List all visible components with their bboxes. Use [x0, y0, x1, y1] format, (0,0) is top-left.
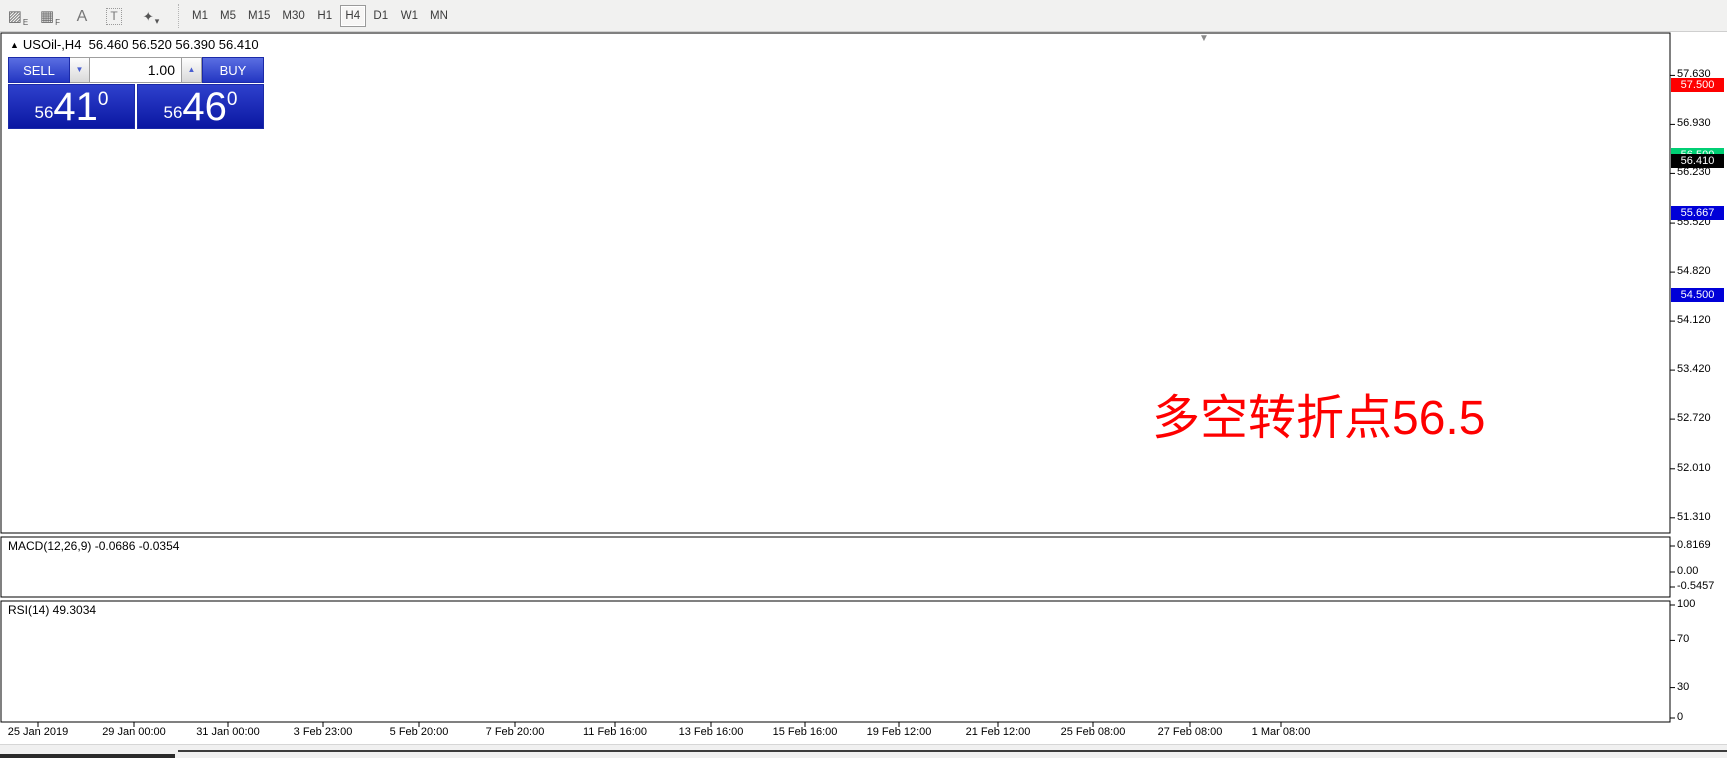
grid-icon[interactable]: ▦ F — [36, 4, 64, 28]
price-tick-label: 56.230 — [1677, 166, 1711, 178]
horizontal-scrollbar — [0, 744, 1727, 758]
price-badge: 57.500 — [1671, 78, 1724, 92]
volume-input[interactable] — [90, 57, 182, 83]
scrollbar-corner — [0, 754, 175, 758]
time-tick-label: 15 Feb 16:00 — [773, 726, 838, 738]
arrow-up-icon: ▲ — [188, 65, 196, 74]
time-tick-label: 3 Feb 23:00 — [294, 726, 353, 738]
buy-price-prefix: 56 — [164, 103, 183, 123]
chart-annotation-text: 多空转折点56.5 — [1152, 378, 1485, 448]
timeframe-buttons: M1M5M15M30H1H4D1W1MN — [186, 5, 454, 27]
timeframe-button-d1[interactable]: D1 — [368, 5, 394, 27]
price-badge: 56.410 — [1671, 154, 1724, 168]
price-badge: 55.667 — [1671, 206, 1724, 220]
time-tick-label: 27 Feb 08:00 — [1158, 726, 1223, 738]
rsi-label: RSI(14) 49.3034 — [8, 603, 96, 617]
timeframe-button-w1[interactable]: W1 — [396, 5, 423, 27]
price-tick-label: 56.930 — [1677, 117, 1711, 129]
price-tick-label: 54.120 — [1677, 314, 1711, 326]
buy-price-main: 46 — [182, 87, 227, 127]
toolbar-separator — [178, 4, 180, 28]
chevron-down-icon: ▾ — [155, 16, 160, 27]
macd-label: MACD(12,26,9) -0.0686 -0.0354 — [8, 539, 179, 553]
buy-button[interactable]: BUY — [202, 57, 264, 83]
time-tick-label: 31 Jan 00:00 — [196, 726, 260, 738]
shapes-tool-icon[interactable]: ✦ ▾ — [132, 4, 170, 28]
symbol-label: USOil-,H4 — [23, 37, 82, 52]
timeframe-button-m1[interactable]: M1 — [187, 5, 213, 27]
rsi-tick-label: 70 — [1677, 633, 1689, 645]
timeframe-button-h4[interactable]: H4 — [340, 5, 366, 27]
sell-button[interactable]: SELL — [8, 57, 70, 83]
time-tick-label: 5 Feb 20:00 — [390, 726, 449, 738]
time-tick-label: 11 Feb 16:00 — [583, 726, 647, 738]
time-tick-label: 21 Feb 12:00 — [966, 726, 1031, 738]
price-badge: 54.500 — [1671, 288, 1724, 302]
volume-decrease-button[interactable]: ▼ — [70, 57, 90, 83]
time-tick-label: 7 Feb 20:00 — [486, 726, 545, 738]
sell-price-main: 41 — [53, 87, 98, 127]
indicators-hatch-icon[interactable]: ▨ E — [4, 4, 32, 28]
price-tick-label: 52.720 — [1677, 412, 1711, 424]
price-tick-label: 53.420 — [1677, 363, 1711, 375]
label-tool-icon[interactable]: T — [100, 4, 128, 28]
time-tick-label: 25 Jan 2019 — [8, 726, 69, 738]
hatch-glyph: ▨ — [8, 6, 22, 28]
sell-price-button[interactable]: 56 41 0 — [8, 84, 135, 129]
rsi-tick-label: 0 — [1677, 711, 1683, 723]
timeframe-button-m30[interactable]: M30 — [277, 5, 309, 27]
mt4-window: { "toolbar": { "icons": [ {"name": "indi… — [0, 0, 1727, 757]
rsi-tick-label: 100 — [1677, 598, 1695, 610]
toolbar: ▨ E ▦ F A T ✦ ▾ M1M5M15M30H1H4D1W1MN — [0, 0, 1727, 32]
timeframe-button-m5[interactable]: M5 — [215, 5, 241, 27]
buy-price-button[interactable]: 56 46 0 — [137, 84, 264, 129]
price-tick-label: 52.010 — [1677, 462, 1711, 474]
time-tick-label: 25 Feb 08:00 — [1061, 726, 1126, 738]
price-tick-label: 51.310 — [1677, 511, 1711, 523]
timeframe-button-mn[interactable]: MN — [425, 5, 453, 27]
collapse-arrow-icon[interactable]: ▲ — [10, 40, 19, 50]
one-click-trade-panel: SELL ▼ ▲ BUY 56 41 0 56 46 0 — [8, 57, 264, 129]
rsi-tick-label: 30 — [1677, 681, 1689, 693]
time-tick-label: 19 Feb 12:00 — [867, 726, 932, 738]
scroll-to-end-icon[interactable]: ▼ — [1199, 33, 1209, 44]
macd-tick-label: 0.00 — [1677, 565, 1698, 577]
sell-price-sup: 0 — [98, 89, 109, 111]
macd-tick-label: -0.5457 — [1677, 580, 1714, 592]
price-tick-label: 54.820 — [1677, 265, 1711, 277]
macd-tick-label: 0.8169 — [1677, 539, 1711, 551]
ohlc-values: 56.460 56.520 56.390 56.410 — [89, 37, 259, 52]
chart-title: ▲ USOil-,H4 56.460 56.520 56.390 56.410 — [10, 37, 259, 52]
sell-price-prefix: 56 — [35, 103, 54, 123]
time-tick-label: 13 Feb 16:00 — [679, 726, 744, 738]
text-tool-icon[interactable]: A — [68, 4, 96, 28]
scrollbar-thumb[interactable] — [178, 750, 1727, 752]
time-tick-label: 1 Mar 08:00 — [1252, 726, 1311, 738]
timeframe-button-m15[interactable]: M15 — [243, 5, 275, 27]
volume-increase-button[interactable]: ▲ — [182, 57, 202, 83]
timeframe-button-h1[interactable]: H1 — [312, 5, 338, 27]
arrow-down-icon: ▼ — [76, 65, 84, 74]
grid-glyph: ▦ — [40, 6, 54, 28]
buy-price-sup: 0 — [227, 89, 238, 111]
time-tick-label: 29 Jan 00:00 — [102, 726, 166, 738]
